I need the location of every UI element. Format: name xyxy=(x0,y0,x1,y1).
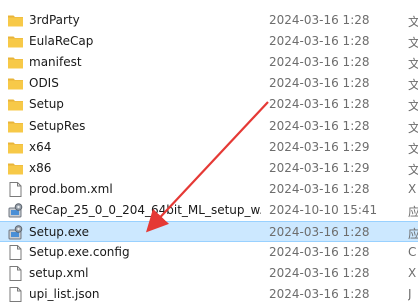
file-type: 文 xyxy=(408,78,418,93)
file-row[interactable]: Setup.exe 2024-03-16 1:28 应 xyxy=(0,221,418,242)
xml-file-icon xyxy=(7,181,24,198)
file-name: EulaReCap xyxy=(29,34,94,49)
file-row[interactable]: prod.bom.xml 2024-03-16 1:28 X xyxy=(0,179,418,200)
file-date-modified: 2024-03-16 1:29 xyxy=(269,139,370,154)
file-type: C xyxy=(408,245,417,260)
file-name: ReCap_25_0_0_204_64bit_ML_setup_w... xyxy=(29,202,261,217)
file-type: X xyxy=(408,181,417,196)
file-date-modified: 2024-03-16 1:29 xyxy=(269,160,370,175)
file-row[interactable]: ReCap_25_0_0_204_64bit_ML_setup_w... 2024… xyxy=(0,200,418,221)
folder-icon xyxy=(7,33,24,50)
xml-file-icon xyxy=(7,265,24,282)
file-date-modified: 2024-03-16 1:28 xyxy=(269,76,370,91)
folder-icon xyxy=(7,54,24,71)
file-type: 文 xyxy=(408,15,418,29)
file-date-modified: 2024-03-16 1:28 xyxy=(269,97,370,112)
file-name: Setup.exe.config xyxy=(29,245,130,260)
file-type: 应 xyxy=(408,204,418,219)
file-type: 文 xyxy=(408,36,418,51)
file-date-modified: 2024-03-16 1:28 xyxy=(269,287,370,302)
file-name: x86 xyxy=(29,160,52,175)
folder-icon xyxy=(7,96,24,113)
file-name: Setup.exe xyxy=(29,225,90,239)
file-date-modified: 2024-03-16 1:28 xyxy=(269,34,370,49)
setup-exe-icon xyxy=(7,202,24,219)
file-row[interactable]: ODIS 2024-03-16 1:28 文 xyxy=(0,73,418,94)
file-date-modified: 2024-03-16 1:28 xyxy=(269,181,370,196)
file-type: J xyxy=(408,287,412,302)
folder-icon xyxy=(7,75,24,92)
file-type: 应 xyxy=(408,227,418,241)
file-name: upi_list.json xyxy=(29,287,100,302)
file-date-modified: 2024-03-16 1:28 xyxy=(269,13,370,27)
json-file-icon xyxy=(7,286,24,303)
setup-exe-icon xyxy=(7,224,24,241)
file-type: 文 xyxy=(408,99,418,114)
file-row[interactable]: setup.xml 2024-03-16 1:28 X xyxy=(0,263,418,284)
file-type: 文 xyxy=(408,120,418,135)
file-row[interactable]: manifest 2024-03-16 1:28 文 xyxy=(0,52,418,73)
file-date-modified: 2024-03-16 1:28 xyxy=(269,266,370,281)
folder-icon xyxy=(7,160,24,177)
file-name: manifest xyxy=(29,55,82,70)
file-name: x64 xyxy=(29,139,52,154)
file-type: X xyxy=(408,266,417,281)
config-file-icon xyxy=(7,244,24,261)
file-date-modified: 2024-03-16 1:28 xyxy=(269,225,370,239)
file-type: 文 xyxy=(408,57,418,72)
file-row[interactable]: x86 2024-03-16 1:29 文 xyxy=(0,158,418,179)
file-name: Setup xyxy=(29,97,64,112)
file-name: prod.bom.xml xyxy=(29,181,113,196)
file-name: 3rdParty xyxy=(29,13,80,27)
file-list: 3rdParty 2024-03-16 1:28 文 EulaReCap 2024-03… xyxy=(0,0,418,308)
file-row[interactable]: EulaReCap 2024-03-16 1:28 文 xyxy=(0,31,418,52)
file-date-modified: 2024-03-16 1:28 xyxy=(269,245,370,260)
file-date-modified: 2024-03-16 1:28 xyxy=(269,118,370,133)
folder-icon xyxy=(7,118,24,135)
file-row[interactable]: x64 2024-03-16 1:29 文 xyxy=(0,137,418,158)
file-name: SetupRes xyxy=(29,118,86,133)
file-row[interactable]: Setup.exe.config 2024-03-16 1:28 C xyxy=(0,242,418,263)
file-date-modified: 2024-03-16 1:28 xyxy=(269,55,370,70)
file-name: setup.xml xyxy=(29,266,89,281)
file-row[interactable]: SetupRes 2024-03-16 1:28 文 xyxy=(0,116,418,137)
folder-icon xyxy=(7,12,24,29)
file-type: 文 xyxy=(408,141,418,156)
file-date-modified: 2024-10-10 15:41 xyxy=(269,202,378,217)
folder-icon xyxy=(7,139,24,156)
file-row[interactable]: Setup 2024-03-16 1:28 文 xyxy=(0,94,418,115)
file-row[interactable]: 3rdParty 2024-03-16 1:28 文 xyxy=(0,10,418,31)
file-name: ODIS xyxy=(29,76,59,91)
file-row[interactable]: upi_list.json 2024-03-16 1:28 J xyxy=(0,284,418,305)
file-type: 文 xyxy=(408,162,418,177)
